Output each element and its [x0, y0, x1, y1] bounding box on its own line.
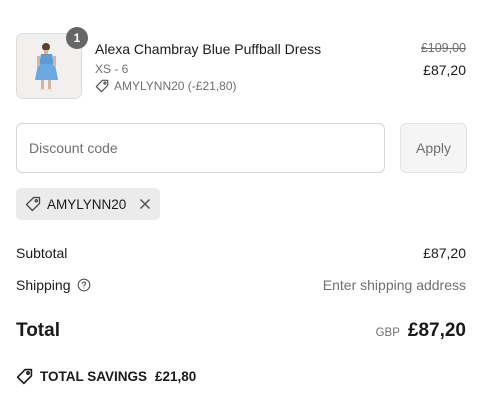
shipping-row-label: Shipping [16, 277, 91, 293]
product-variant: XS - 6 [95, 62, 129, 76]
help-circle-icon[interactable] [77, 278, 91, 292]
subtotal-value: £87,20 [423, 245, 466, 261]
applied-code-label: AMYLYNN20 [47, 196, 127, 212]
total-value: £87,20 [407, 320, 466, 341]
original-price: £109,00 [420, 41, 466, 55]
savings-tag-icon [16, 368, 33, 385]
close-icon [139, 198, 151, 210]
total-label: Total [16, 320, 60, 341]
product-discount-text: AMYLYNN20 (-£21,80) [114, 79, 237, 93]
savings-label: TOTAL SAVINGS [40, 369, 148, 384]
subtotal-label: Subtotal [16, 245, 68, 261]
shipping-label: Shipping [16, 277, 71, 293]
currency-code: GBP [375, 327, 400, 339]
apply-button[interactable]: Apply [400, 123, 467, 173]
product-discount: AMYLYNN20 (-£21,80) [95, 79, 237, 93]
product-name: Alexa Chambray Blue Puffball Dress [95, 41, 322, 57]
tag-icon [95, 79, 109, 93]
savings-value: £21,80 [155, 369, 197, 384]
total-savings: TOTAL SAVINGS £21,80 [16, 368, 196, 385]
shipping-value: Enter shipping address [322, 277, 466, 293]
remove-discount-button[interactable] [139, 198, 151, 210]
applied-discount-chip: AMYLYNN20 [16, 188, 160, 220]
tag-icon [25, 196, 41, 212]
total-amount-group: GBP £87,20 [376, 320, 466, 342]
discount-code-input[interactable] [16, 123, 385, 173]
product-price: £87,20 [423, 62, 466, 78]
quantity-badge: 1 [66, 27, 88, 49]
